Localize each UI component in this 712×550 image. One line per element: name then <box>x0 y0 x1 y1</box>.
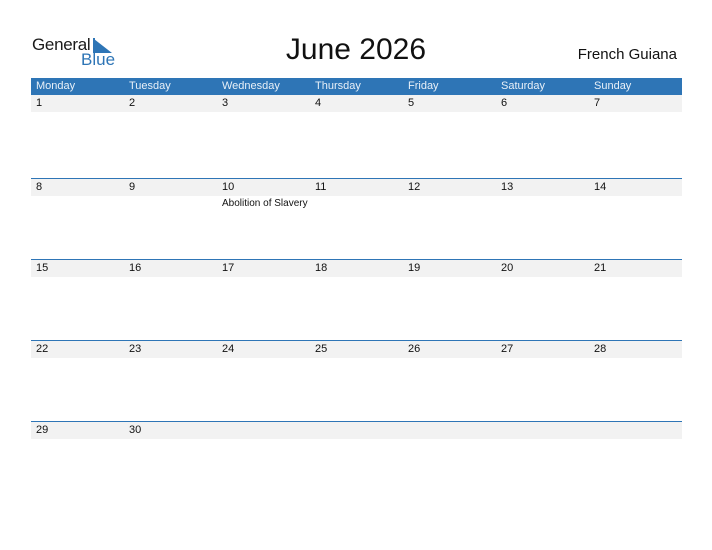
holiday-label <box>217 277 310 278</box>
day-number: 30 <box>129 424 142 436</box>
holiday-label <box>496 112 589 113</box>
events-row <box>31 439 682 440</box>
week-row: 8 9 10 11 12 13 14 Abolition of Slavery <box>31 178 682 259</box>
weekday-sunday: Sunday <box>594 80 632 92</box>
holiday-label <box>496 277 589 278</box>
weekday-friday: Friday <box>408 80 439 92</box>
week-row: 15 16 17 18 19 20 21 <box>31 259 682 340</box>
date-strip: 8 9 10 11 12 13 14 <box>31 179 682 196</box>
day-number: 9 <box>129 181 136 193</box>
holiday-label <box>589 112 682 113</box>
holiday-label <box>124 112 217 113</box>
day-number: 17 <box>222 262 235 274</box>
holiday-label <box>31 358 124 359</box>
day-number: 27 <box>501 343 514 355</box>
day-number: 23 <box>129 343 142 355</box>
day-number: 21 <box>594 262 607 274</box>
holiday-label <box>310 196 403 210</box>
day-number: 10 <box>222 181 235 193</box>
week-row: 22 23 24 25 26 27 28 <box>31 340 682 421</box>
day-number <box>310 422 403 439</box>
date-strip: 15 16 17 18 19 20 21 <box>31 260 682 277</box>
day-number: 24 <box>222 343 235 355</box>
day-number <box>496 422 589 439</box>
holiday-label <box>31 196 124 210</box>
day-number: 12 <box>408 181 421 193</box>
day-number: 20 <box>501 262 514 274</box>
holiday-label <box>589 196 682 210</box>
holiday-label <box>124 277 217 278</box>
day-number: 8 <box>36 181 43 193</box>
day-number: 3 <box>222 97 229 109</box>
holiday-label <box>124 196 217 210</box>
holiday-label <box>31 112 124 113</box>
holiday-label: Abolition of Slavery <box>222 198 308 209</box>
day-number: 26 <box>408 343 421 355</box>
week-row: 29 30 <box>31 421 682 502</box>
holiday-label <box>310 439 403 440</box>
weekday-thursday: Thursday <box>315 80 361 92</box>
holiday-label <box>589 439 682 440</box>
date-strip: 22 23 24 25 26 27 28 <box>31 341 682 358</box>
weekday-tuesday: Tuesday <box>129 80 171 92</box>
holiday-label <box>589 358 682 359</box>
day-number: 15 <box>36 262 49 274</box>
day-number <box>403 422 496 439</box>
holiday-label <box>403 439 496 440</box>
week-row: 1 2 3 4 5 6 7 <box>31 95 682 178</box>
holiday-label <box>496 358 589 359</box>
events-row <box>31 358 682 359</box>
day-number: 16 <box>129 262 142 274</box>
day-number: 28 <box>594 343 607 355</box>
holiday-label <box>310 358 403 359</box>
date-strip: 1 2 3 4 5 6 7 <box>31 95 682 112</box>
holiday-label <box>31 439 124 440</box>
day-number: 18 <box>315 262 328 274</box>
day-number: 25 <box>315 343 328 355</box>
day-number: 29 <box>36 424 49 436</box>
weekday-wednesday: Wednesday <box>222 80 280 92</box>
holiday-label <box>496 196 589 210</box>
day-number <box>217 422 310 439</box>
holiday-label <box>496 439 589 440</box>
events-row <box>31 112 682 113</box>
day-number: 19 <box>408 262 421 274</box>
day-number: 22 <box>36 343 49 355</box>
holiday-label <box>217 358 310 359</box>
holiday-label <box>403 277 496 278</box>
day-number: 7 <box>594 97 601 109</box>
day-number: 2 <box>129 97 136 109</box>
day-number: 14 <box>594 181 607 193</box>
date-strip: 29 30 <box>31 422 682 439</box>
holiday-label <box>124 358 217 359</box>
holiday-label <box>124 439 217 440</box>
holiday-label <box>589 277 682 278</box>
day-number: 6 <box>501 97 508 109</box>
holiday-label <box>403 358 496 359</box>
weekday-monday: Monday <box>36 80 76 92</box>
day-number <box>589 422 682 439</box>
events-row <box>31 277 682 278</box>
holiday-label <box>310 112 403 113</box>
holiday-label <box>31 277 124 278</box>
day-number: 1 <box>36 97 43 109</box>
day-number: 11 <box>315 181 327 193</box>
holiday-label <box>403 112 496 113</box>
weekday-saturday: Saturday <box>501 80 546 92</box>
events-row: Abolition of Slavery <box>31 196 682 210</box>
calendar-grid: Monday Tuesday Wednesday Thursday Friday… <box>31 78 682 502</box>
weeks-container: 1 2 3 4 5 6 7 8 9 10 11 12 13 14 Abolition of Slavery 1… <box>31 95 682 502</box>
holiday-label <box>217 439 310 440</box>
holiday-label <box>403 196 496 210</box>
day-number: 5 <box>408 97 415 109</box>
country-label: French Guiana <box>577 46 677 63</box>
weekday-header: Monday Tuesday Wednesday Thursday Friday… <box>31 78 682 95</box>
holiday-label <box>310 277 403 278</box>
day-number: 13 <box>501 181 514 193</box>
holiday-label <box>217 112 310 113</box>
day-number: 4 <box>315 97 322 109</box>
